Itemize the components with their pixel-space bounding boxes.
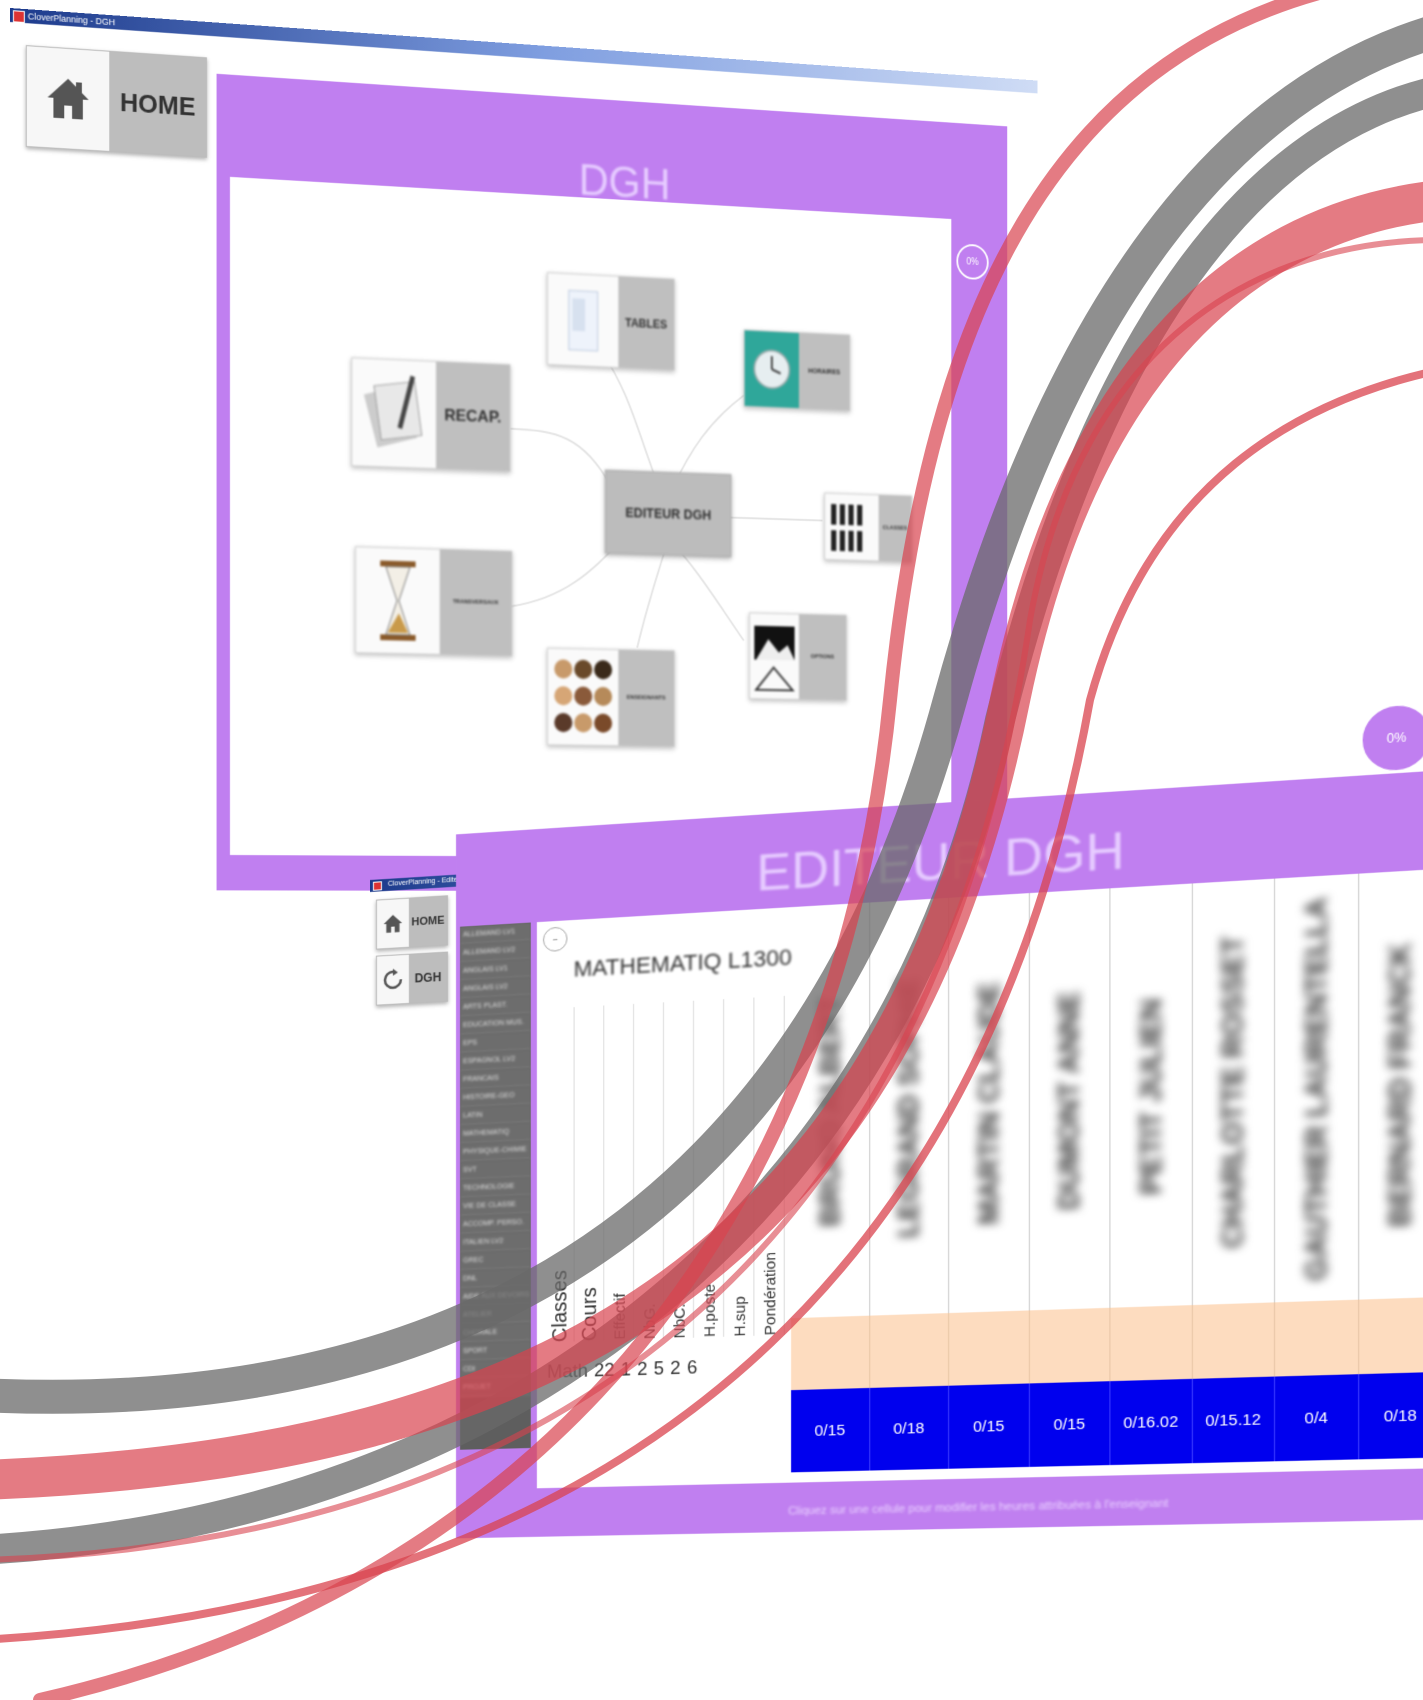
ribbon-red-1: [0, 200, 1423, 1480]
decorative-ribbons: [0, 0, 1423, 1700]
ribbon-red-4: [0, 240, 1423, 1560]
